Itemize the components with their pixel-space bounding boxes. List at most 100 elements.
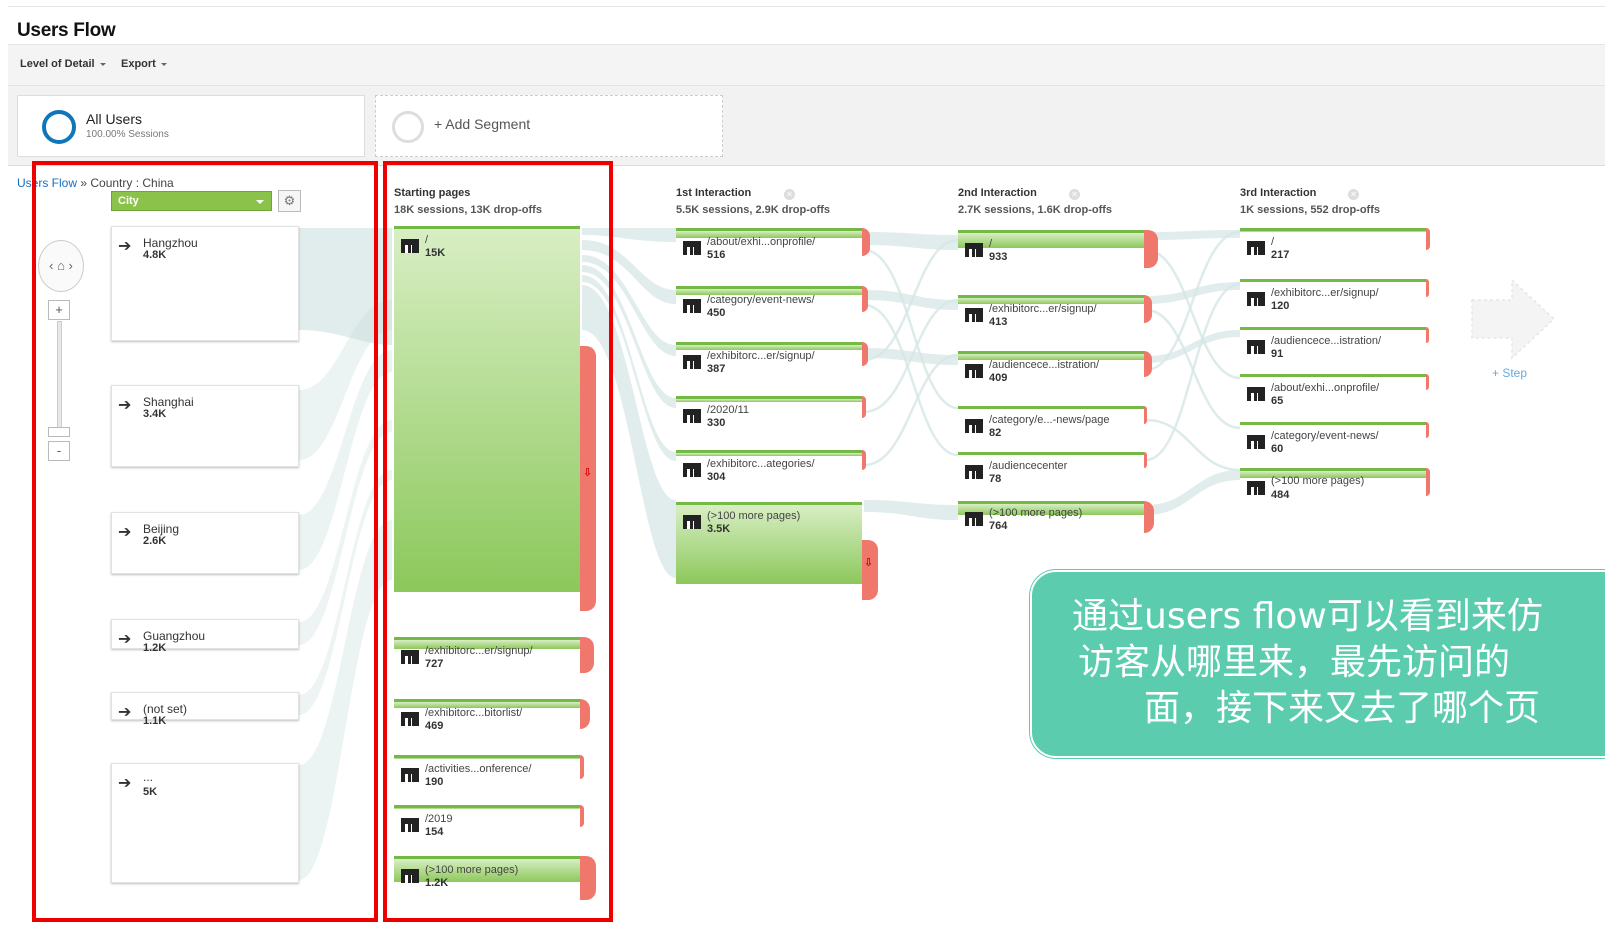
- node-sessions-bar: [958, 452, 1144, 455]
- page-name: /2020/11: [707, 404, 750, 416]
- page-name: /exhibitorc...er/signup/: [1271, 287, 1379, 299]
- page-sessions: 330: [707, 417, 726, 429]
- page-icon: [965, 308, 983, 322]
- page-node[interactable]: (>100 more pages) 764: [958, 501, 1162, 535]
- page-node[interactable]: ⇩ (>100 more pages) 3.5K: [676, 502, 880, 600]
- remove-step-icon[interactable]: ✕: [1069, 189, 1080, 200]
- page-node[interactable]: /exhibitorc...er/signup/ 120: [1240, 279, 1440, 312]
- page-icon: [965, 512, 983, 526]
- dropoff-bar[interactable]: [1426, 327, 1429, 343]
- page-icon: [683, 299, 701, 313]
- page-icon: [965, 364, 983, 378]
- page-name: /about/exhi...onprofile/: [707, 236, 816, 248]
- column-summary: 2.7K sessions, 1.6K drop-offs: [958, 204, 1113, 216]
- dropoff-bar[interactable]: [862, 228, 870, 256]
- page-sessions: 65: [1271, 395, 1284, 407]
- page-name: /exhibitorc...ategories/: [707, 458, 815, 470]
- page-node[interactable]: /audiencecenter 78: [958, 452, 1158, 485]
- column-summary: 1K sessions, 552 drop-offs: [1240, 204, 1380, 216]
- page-sessions: 409: [989, 372, 1008, 384]
- page-icon: [683, 515, 701, 529]
- page-icon: [683, 463, 701, 477]
- column-title: 2nd Interaction: [958, 187, 1037, 199]
- dropoff-bar[interactable]: [1426, 228, 1430, 250]
- page-node[interactable]: /audiencece...istration/ 409: [958, 351, 1158, 385]
- node-sessions-bar: [676, 396, 862, 402]
- dropoff-bar[interactable]: [1144, 452, 1147, 468]
- dropoff-bar[interactable]: [1144, 351, 1152, 377]
- page-node[interactable]: /exhibitorc...er/signup/ 387: [676, 342, 876, 375]
- column-title: 1st Interaction: [676, 187, 752, 199]
- page-node[interactable]: / 217: [1240, 228, 1440, 261]
- page-name: /audiencece...istration/: [1271, 335, 1382, 347]
- column-title: 3rd Interaction: [1240, 187, 1317, 199]
- page-sessions: 91: [1271, 348, 1284, 360]
- dropoff-bar[interactable]: [862, 342, 868, 366]
- dropoff-bar[interactable]: [1426, 468, 1430, 496]
- page-name: /about/exhi...onprofile/: [1271, 382, 1380, 394]
- node-sessions-bar: [676, 342, 862, 350]
- page-icon: [683, 241, 701, 255]
- dropoff-bar[interactable]: ⇩: [862, 540, 878, 600]
- dropoff-bar[interactable]: [1426, 422, 1429, 438]
- node-sessions-bar: [1240, 279, 1426, 282]
- page-icon: [1247, 387, 1265, 401]
- node-sessions-bar: [1240, 228, 1426, 232]
- page-icon: [965, 419, 983, 433]
- page-sessions: 120: [1271, 300, 1290, 312]
- page-sessions: 60: [1271, 443, 1284, 455]
- remove-step-icon[interactable]: ✕: [1348, 189, 1359, 200]
- page-name: /category/e...-news/page: [989, 414, 1110, 426]
- page-icon: [1247, 241, 1265, 255]
- page-node[interactable]: /category/event-news/ 450: [676, 286, 876, 319]
- page-node[interactable]: /about/exhi...onprofile/ 65: [1240, 374, 1440, 407]
- page-sessions: 3.5K: [707, 523, 731, 535]
- dropoff-bar[interactable]: [1144, 501, 1154, 533]
- dropoff-bar[interactable]: [862, 396, 866, 418]
- node-sessions-bar: [958, 406, 1144, 409]
- page-node[interactable]: /about/exhi...onprofile/ 516: [676, 228, 876, 261]
- page-sessions: 933: [989, 251, 1008, 263]
- page-node[interactable]: / 933: [958, 230, 1162, 270]
- page-node[interactable]: /category/e...-news/page 82: [958, 406, 1158, 439]
- node-sessions-bar: [676, 450, 862, 456]
- page-sessions: 484: [1271, 489, 1290, 501]
- page-icon: [1247, 481, 1265, 495]
- node-sessions-bar: [1240, 422, 1426, 425]
- dropoff-bar[interactable]: [1426, 374, 1429, 390]
- dropoff-bar[interactable]: [862, 286, 868, 312]
- annotation-callout: 通过users flow可以看到来仿 访客从哪里来，最先访问的 面，接下来又去了…: [1030, 570, 1605, 758]
- column-summary: 5.5K sessions, 2.9K drop-offs: [676, 204, 831, 216]
- page-node[interactable]: /exhibitorc...ategories/ 304: [676, 450, 876, 483]
- dropoff-bar[interactable]: [1144, 230, 1158, 268]
- page-node[interactable]: /category/event-news/ 60: [1240, 422, 1440, 455]
- page-node[interactable]: /exhibitorc...er/signup/ 413: [958, 295, 1158, 329]
- page-node[interactable]: /audiencece...istration/ 91: [1240, 327, 1440, 360]
- add-step-arrow-icon[interactable]: [1470, 278, 1560, 360]
- remove-step-icon[interactable]: ✕: [784, 189, 795, 200]
- page-sessions: 304: [707, 471, 726, 483]
- page-name: (>100 more pages): [989, 507, 1083, 519]
- add-step-link[interactable]: + Step: [1492, 366, 1527, 380]
- callout-line-3: 面，接下来又去了哪个页: [1144, 688, 1541, 729]
- node-sessions-bar: [1240, 374, 1426, 377]
- page-icon: [683, 409, 701, 423]
- page-sessions: 78: [989, 473, 1002, 485]
- page-icon: [965, 243, 983, 257]
- page-name: (>100 more pages): [1271, 475, 1365, 487]
- page-name: /exhibitorc...er/signup/: [989, 303, 1097, 315]
- page-name: /audiencecenter: [989, 460, 1068, 472]
- dropoff-bar[interactable]: [1144, 295, 1152, 323]
- page-icon: [683, 355, 701, 369]
- dropoff-arrow-icon: ⇩: [864, 557, 874, 569]
- dropoff-bar[interactable]: [1426, 279, 1429, 297]
- dropoff-bar[interactable]: [862, 450, 866, 470]
- page-sessions: 387: [707, 363, 726, 375]
- page-icon: [1247, 435, 1265, 449]
- page-node[interactable]: (>100 more pages) 484: [1240, 468, 1440, 501]
- page-sessions: 413: [989, 316, 1008, 328]
- node-sessions-bar: [1240, 327, 1426, 330]
- dropoff-bar[interactable]: [1144, 406, 1147, 424]
- callout-line-2: 访客从哪里来，最先访问的: [1078, 642, 1511, 683]
- page-node[interactable]: /2020/11 330: [676, 396, 876, 429]
